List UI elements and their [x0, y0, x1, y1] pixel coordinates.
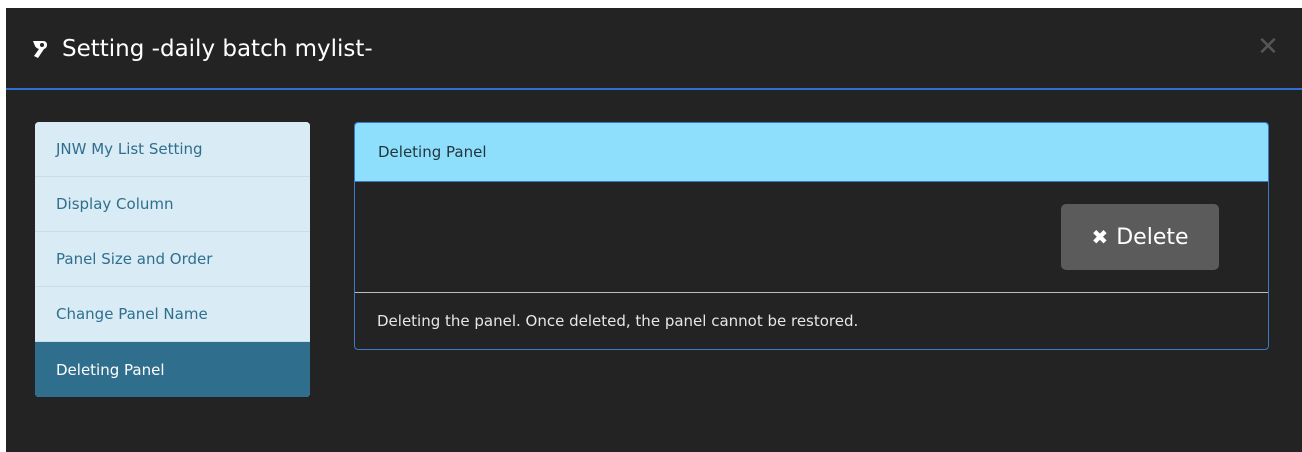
sidebar-item-display-column[interactable]: Display Column — [35, 177, 310, 232]
sidebar-item-jnw-my-list-setting[interactable]: JNW My List Setting — [35, 122, 310, 177]
settings-dialog: Setting -daily batch mylist- ✕ JNW My Li… — [6, 8, 1302, 452]
deleting-panel: Deleting Panel ✖ Delete Deleting the pan… — [354, 122, 1269, 350]
sidebar-item-label: Panel Size and Order — [56, 250, 213, 268]
delete-button-label: Delete — [1116, 224, 1189, 250]
close-icon[interactable]: ✕ — [1256, 32, 1280, 62]
sidebar-item-panel-size-and-order[interactable]: Panel Size and Order — [35, 232, 310, 287]
panel-heading: Deleting Panel — [355, 123, 1268, 182]
delete-button[interactable]: ✖ Delete — [1061, 204, 1219, 270]
sidebar-item-label: Deleting Panel — [56, 360, 165, 379]
dialog-header: Setting -daily batch mylist- ✕ — [6, 8, 1302, 90]
sidebar-item-label: Change Panel Name — [56, 305, 208, 323]
dialog-title-text: Setting -daily batch mylist- — [62, 36, 373, 62]
sidebar-item-label: JNW My List Setting — [56, 140, 203, 158]
x-icon: ✖ — [1091, 225, 1109, 249]
panel-footer-text: Deleting the panel. Once deleted, the pa… — [377, 312, 859, 330]
wrench-icon — [28, 37, 52, 61]
sidebar-item-deleting-panel[interactable]: Deleting Panel — [35, 342, 310, 397]
settings-sidebar: JNW My List Setting Display Column Panel… — [35, 122, 310, 397]
sidebar-item-change-panel-name[interactable]: Change Panel Name — [35, 287, 310, 342]
panel-body: ✖ Delete — [355, 182, 1268, 293]
sidebar-item-label: Display Column — [56, 195, 174, 213]
dialog-title: Setting -daily batch mylist- — [28, 8, 373, 90]
